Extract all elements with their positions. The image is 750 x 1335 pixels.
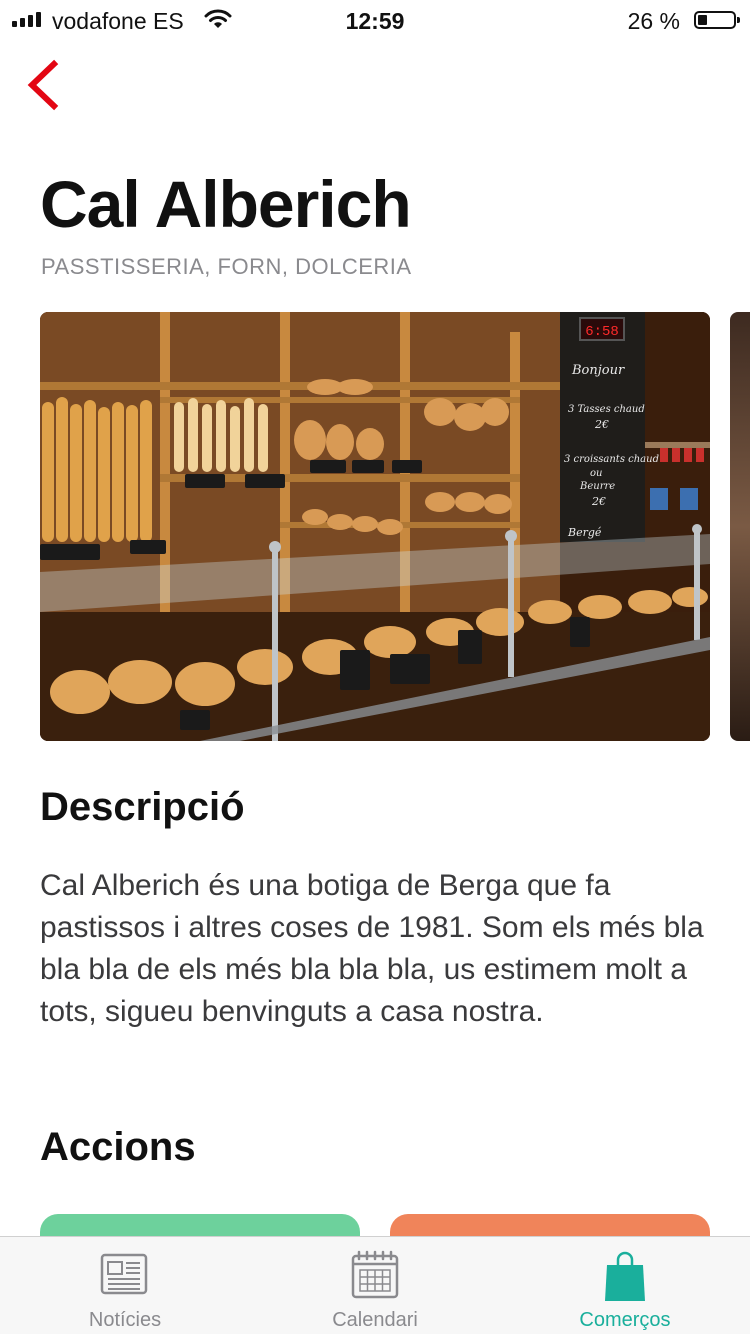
tab-label-calendari: Calendari xyxy=(332,1309,418,1331)
tab-noticies[interactable]: Notícies xyxy=(0,1237,250,1335)
shop-clock-display: 6:58 xyxy=(585,324,619,340)
tab-calendari[interactable]: Calendari xyxy=(250,1237,500,1335)
board-line-2: 3 croissants chaud xyxy=(564,454,659,465)
image-gallery[interactable]: 6:58 Bonjour 3 Tasses chaud 2€ 3 croissa… xyxy=(40,312,750,742)
shopping-bag-icon xyxy=(605,1251,645,1301)
tab-label-noticies: Notícies xyxy=(88,1309,162,1331)
battery-percent: 26 % xyxy=(627,8,680,34)
battery-icon xyxy=(694,11,740,29)
board-price-1: 2€ xyxy=(594,418,609,431)
store-categories: PASSTISSERIA, FORN, DOLCERIA xyxy=(41,254,412,279)
tab-bar: Notícies Calendari Comerços xyxy=(0,1236,750,1334)
board-title: Bonjour xyxy=(571,363,625,378)
board-line-4: Beurre xyxy=(579,481,615,492)
back-button[interactable] xyxy=(24,58,68,114)
status-bar: vodafone ES 12:59 26 % xyxy=(0,0,750,42)
tab-comercos[interactable]: Comerços xyxy=(500,1237,750,1335)
board-footer: Bergé xyxy=(567,526,602,539)
description-text: Cal Alberich és una botiga de Berga que … xyxy=(40,869,704,1028)
store-name: Cal Alberich xyxy=(40,167,412,241)
board-price-2: 2€ xyxy=(591,495,606,508)
description-heading: Descripció xyxy=(40,785,245,829)
bakery-photo-next xyxy=(730,312,750,741)
calendar-icon xyxy=(351,1250,399,1299)
chevron-left-icon xyxy=(27,59,59,111)
board-line-1: 3 Tasses chaud xyxy=(568,404,645,415)
tab-label-comercos: Comerços xyxy=(579,1309,671,1331)
bakery-photo: 6:58 Bonjour 3 Tasses chaud 2€ 3 croissa… xyxy=(40,312,710,741)
board-line-3: ou xyxy=(590,468,602,479)
newspaper-icon xyxy=(100,1253,148,1295)
actions-heading: Accions xyxy=(40,1125,196,1169)
